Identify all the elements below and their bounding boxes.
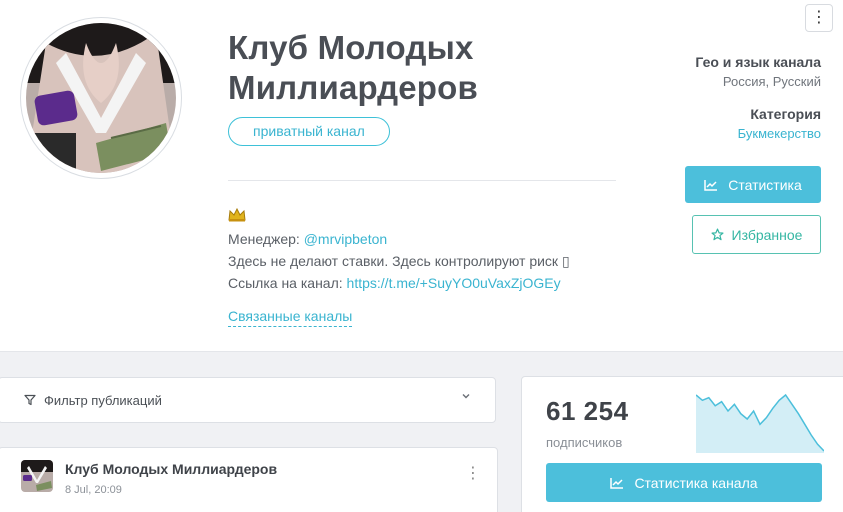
subscriber-count: 61 254 (546, 396, 629, 426)
chevron-down-icon[interactable] (461, 391, 471, 401)
subscribers-card: 61 254 подписчиков Статистика канала (521, 376, 843, 512)
post-card: Клуб Молодых Миллиардеров 8 Jul, 20:09 ⋮ (0, 447, 498, 512)
related-channels-link[interactable]: Связанные каналы (228, 308, 353, 327)
description-text: Здесь не делают ставки. Здесь контролиру… (228, 253, 570, 269)
manager-label: Менеджер: (228, 231, 304, 247)
channel-title: Клуб Молодых Миллиардеров (228, 29, 478, 106)
manager-handle-link[interactable]: @mrvipbeton (304, 231, 387, 247)
channel-statistics-button[interactable]: Статистика канала (546, 463, 822, 502)
channel-avatar (20, 17, 182, 179)
channel-invite-link[interactable]: https://t.me/+SuyYO0uVaxZjOGEy (347, 275, 561, 291)
geo-value: Россия, Русский (722, 74, 821, 89)
divider (228, 180, 616, 181)
publication-filter[interactable]: Фильтр публикаций (0, 377, 496, 423)
post-date: 8 Jul, 20:09 (65, 484, 122, 496)
category-label: Категория (750, 106, 821, 122)
chart-line-icon (704, 179, 718, 191)
filter-label: Фильтр публикаций (44, 392, 162, 408)
crown-icon (228, 208, 246, 222)
avatar-image (26, 23, 176, 173)
subscriber-label: подписчиков (546, 435, 623, 450)
star-icon (711, 228, 724, 241)
more-vertical-icon[interactable]: ⋮ (465, 466, 481, 482)
chart-line-icon (610, 477, 624, 489)
channel-meta: Гео и язык канала Россия, Русский Катего… (695, 52, 821, 156)
more-vertical-icon: ⋮ (811, 9, 827, 26)
more-options-button[interactable]: ⋮ (805, 4, 833, 32)
channel-description: Менеджер: @mrvipbeton Здесь не делают ст… (228, 206, 570, 294)
geo-label: Гео и язык канала (695, 54, 821, 70)
favorite-button-label: Избранное (731, 226, 803, 243)
statistics-button[interactable]: Статистика (685, 166, 821, 203)
filter-icon (24, 394, 36, 406)
statistics-button-label: Статистика (728, 176, 802, 193)
favorite-button[interactable]: Избранное (692, 215, 821, 254)
channel-header: ⋮ Клуб Молодых Миллиардеров приватный ка… (0, 0, 843, 352)
channel-link-label: Ссылка на канал: (228, 275, 347, 291)
category-value[interactable]: Букмекерство (695, 124, 821, 144)
post-channel-title[interactable]: Клуб Молодых Миллиардеров (65, 461, 277, 477)
subscribers-sparkline (696, 393, 824, 453)
private-channel-badge[interactable]: приватный канал (228, 117, 390, 146)
post-avatar[interactable] (21, 460, 53, 492)
channel-statistics-label: Статистика канала (634, 474, 758, 491)
